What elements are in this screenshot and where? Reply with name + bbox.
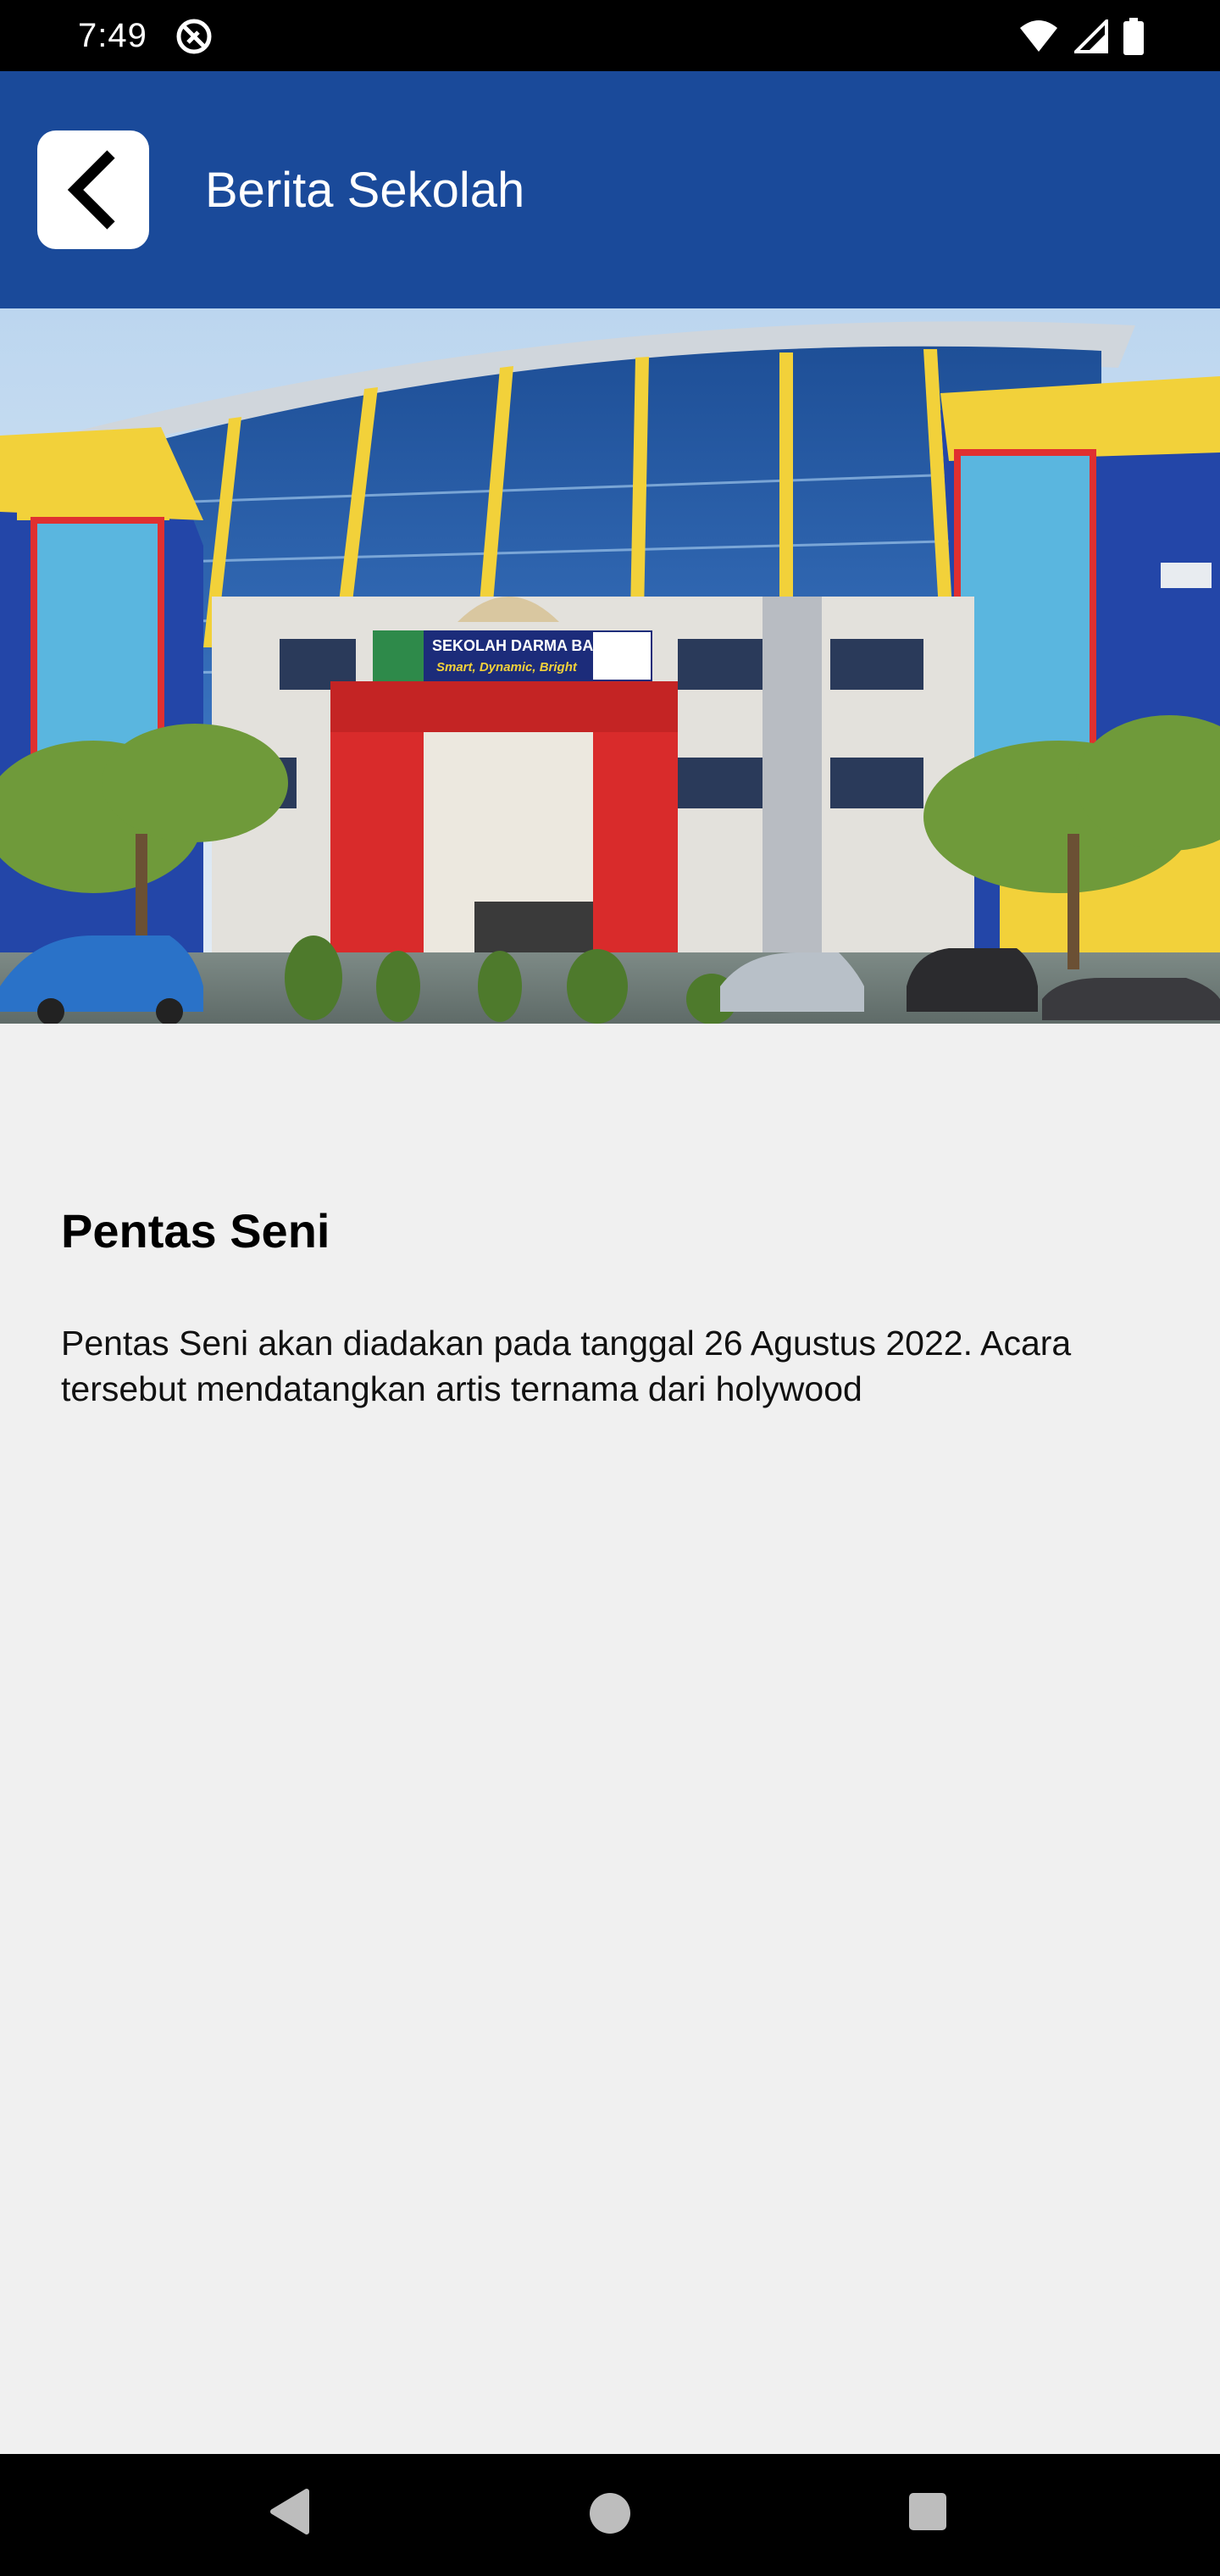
page-title: Berita Sekolah xyxy=(205,163,525,218)
battery-icon xyxy=(1123,18,1144,55)
app-bar: Berita Sekolah xyxy=(0,71,1220,308)
sync-off-icon xyxy=(176,19,212,54)
school-building-image: SEKOLAH DARMA BANGSA Smart, Dynamic, Bri… xyxy=(0,308,1220,1024)
chevron-left-icon xyxy=(67,150,115,230)
back-button[interactable] xyxy=(37,130,149,249)
recents-square-icon[interactable] xyxy=(909,2493,946,2530)
back-triangle-icon[interactable] xyxy=(268,2488,310,2535)
status-time: 7:49 xyxy=(78,17,147,54)
article-body: Pentas Seni akan diadakan pada tanggal 2… xyxy=(61,1324,1072,1408)
banner-text-line2: Smart, Dynamic, Bright xyxy=(436,660,578,675)
status-bar: 7:49 xyxy=(0,0,1220,71)
wifi-icon xyxy=(1020,20,1057,52)
home-circle-icon[interactable] xyxy=(590,2493,630,2534)
article-title: Pentas Seni xyxy=(61,1204,330,1257)
school-building-picture: SEKOLAH DARMA BANGSA Smart, Dynamic, Bri… xyxy=(0,308,1220,1024)
signal-icon xyxy=(1074,19,1108,53)
status-icons xyxy=(1018,15,1144,58)
system-nav-bar xyxy=(0,2454,1220,2576)
